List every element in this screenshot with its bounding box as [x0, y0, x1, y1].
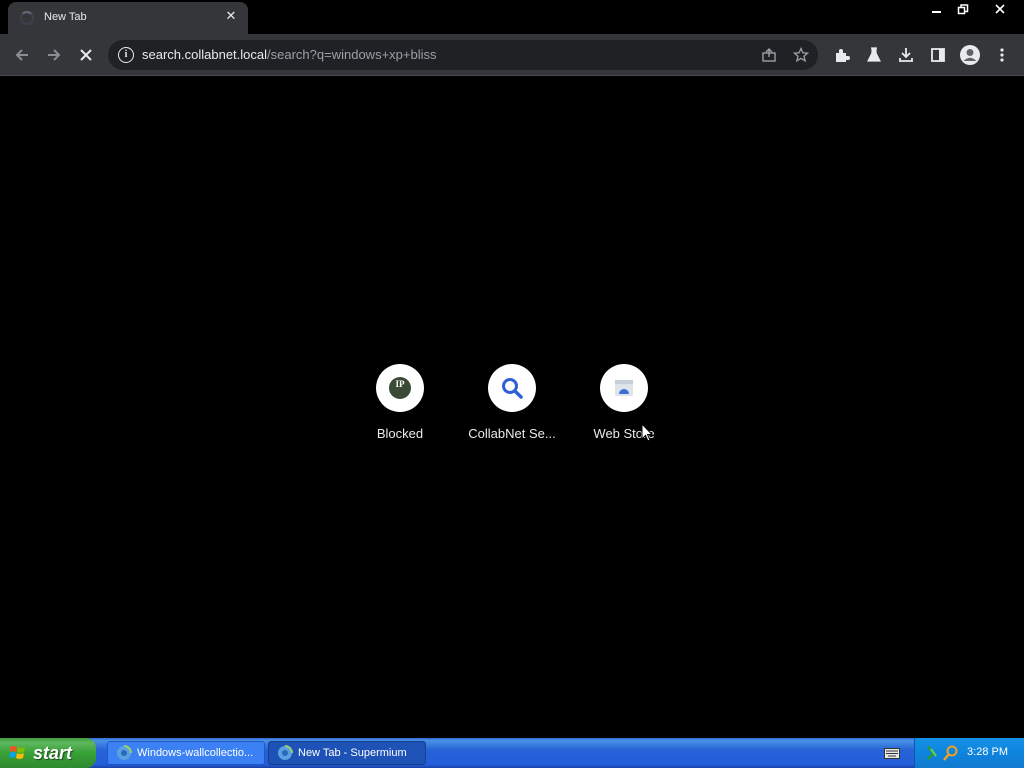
- task-label: Windows-wallcollectio...: [137, 747, 254, 759]
- close-icon: [995, 4, 1005, 14]
- share-icon[interactable]: [760, 46, 778, 64]
- shortcut-label: Web Store: [593, 426, 655, 441]
- browser-toolbar: i search.collabnet.local/search?q=window…: [0, 34, 1024, 76]
- shortcut-tile[interactable]: [600, 364, 648, 412]
- shortcut-web-store[interactable]: Web Store: [568, 364, 680, 441]
- profile-icon[interactable]: [959, 44, 981, 66]
- shortcut-tile[interactable]: IP: [376, 364, 424, 412]
- minimize-icon: [932, 11, 941, 13]
- search-icon: [502, 378, 523, 399]
- taskbar: start Windows-wallcollectio... New Tab -…: [0, 738, 1024, 768]
- tab-title: New Tab: [44, 11, 87, 23]
- mouse-cursor-icon: [641, 423, 654, 442]
- address-bar[interactable]: i search.collabnet.local/search?q=window…: [108, 40, 818, 70]
- shortcut-tile[interactable]: [488, 364, 536, 412]
- back-button[interactable]: [10, 43, 34, 67]
- labs-icon[interactable]: [863, 44, 885, 66]
- title-bar: New Tab ✕: [0, 0, 1024, 34]
- task-label: New Tab - Supermium: [298, 747, 407, 759]
- svg-text:IP: IP: [396, 379, 406, 389]
- stop-loading-button[interactable]: [74, 43, 98, 67]
- new-tab-page: IP Blocked CollabNet Se... Web Store: [0, 77, 1024, 738]
- window-controls: [924, 0, 1024, 18]
- back-icon: [15, 49, 28, 61]
- forward-button[interactable]: [42, 43, 66, 67]
- download-icon[interactable]: [895, 44, 917, 66]
- restore-icon: [957, 4, 969, 15]
- url-host: search.collabnet.local: [142, 47, 268, 62]
- tab-close-icon[interactable]: ✕: [222, 8, 240, 26]
- forward-icon: [48, 49, 61, 61]
- shortcut-label: Blocked: [376, 426, 424, 441]
- start-label: start: [33, 742, 73, 763]
- menu-icon[interactable]: [991, 44, 1013, 66]
- tab-new-tab[interactable]: New Tab ✕: [8, 2, 248, 34]
- search-tray-icon[interactable]: [943, 745, 959, 761]
- web-store-icon: [615, 380, 633, 396]
- taskbar-task-new-tab[interactable]: New Tab - Supermium: [268, 741, 426, 765]
- stop-icon: [80, 49, 92, 61]
- close-window-button[interactable]: [976, 0, 1024, 18]
- system-tray: 3:28 PM: [914, 738, 1024, 768]
- loading-spinner-icon: [20, 11, 34, 25]
- restore-button[interactable]: [950, 0, 976, 18]
- minimize-button[interactable]: [924, 0, 950, 18]
- extensions-icon[interactable]: [831, 44, 853, 66]
- supermium-icon: [117, 745, 132, 760]
- bookmark-star-icon[interactable]: [792, 46, 810, 64]
- network-icon[interactable]: [925, 745, 939, 761]
- clock: 3:28 PM: [967, 746, 1008, 758]
- start-button[interactable]: start: [0, 738, 96, 768]
- info-icon[interactable]: i: [118, 47, 134, 63]
- ip-icon: IP: [389, 377, 411, 399]
- url-path: /search?q=windows+xp+bliss: [267, 47, 437, 62]
- url-text[interactable]: search.collabnet.local/search?q=windows+…: [142, 47, 437, 62]
- windows-logo-icon: [9, 746, 25, 759]
- side-panel-icon[interactable]: [927, 44, 949, 66]
- shortcut-collabnet-search[interactable]: CollabNet Se...: [456, 364, 568, 441]
- keyboard-icon[interactable]: [884, 748, 900, 759]
- shortcut-label: CollabNet Se...: [468, 426, 556, 441]
- taskbar-task-wallpaper[interactable]: Windows-wallcollectio...: [107, 741, 265, 765]
- shortcut-blocked[interactable]: IP Blocked: [344, 364, 456, 441]
- supermium-icon: [278, 745, 293, 760]
